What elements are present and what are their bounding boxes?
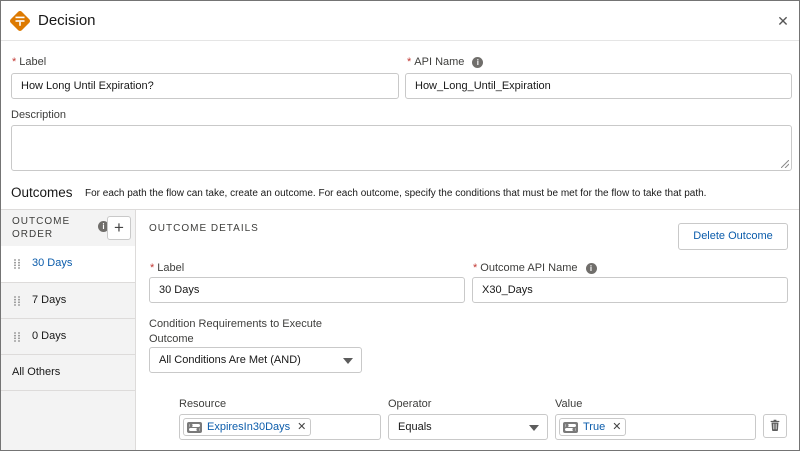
info-icon[interactable]: i xyxy=(585,263,597,274)
outcomes-title: Outcomes xyxy=(11,185,73,200)
add-outcome-button[interactable]: + xyxy=(107,216,131,240)
remove-icon[interactable]: ✕ xyxy=(297,415,306,439)
api-name-field-label: * API Name i xyxy=(407,56,484,68)
operator-label: Operator xyxy=(388,398,432,410)
outcome-label-input[interactable]: 30 Days xyxy=(149,277,465,303)
outcome-order-heading: OUTCOME ORDER xyxy=(12,216,71,240)
outcome-order-sidebar: OUTCOME ORDER i + 30 Days 7 Days 0 Days … xyxy=(1,210,136,450)
resource-label: Resource xyxy=(179,398,227,410)
chevron-down-icon xyxy=(343,358,353,364)
close-icon[interactable]: ✕ xyxy=(775,13,791,29)
resource-pill-label: ExpiresIn30Days xyxy=(207,421,291,433)
outcome-details-title: OUTCOME DETAILS xyxy=(149,223,259,234)
sidebar-item-label: All Others xyxy=(12,366,61,378)
sidebar-item-0-days[interactable]: 0 Days xyxy=(1,318,135,354)
value-label: Value xyxy=(555,398,583,410)
drag-handle-icon[interactable] xyxy=(14,296,20,306)
boolean-toggle-icon xyxy=(187,421,202,433)
sidebar-item-label: 30 Days xyxy=(32,257,73,269)
drag-handle-icon[interactable] xyxy=(14,259,20,269)
condition-requirements-select[interactable]: All Conditions Are Met (AND) xyxy=(149,347,362,373)
drag-handle-icon[interactable] xyxy=(14,332,20,342)
decision-icon xyxy=(10,11,30,31)
resource-input[interactable]: ExpiresIn30Days ✕ xyxy=(179,414,381,440)
boolean-toggle-icon xyxy=(563,421,578,433)
remove-icon[interactable]: ✕ xyxy=(612,415,621,439)
operator-value: Equals xyxy=(398,421,432,433)
outcome-api-name-input[interactable]: X30_Days xyxy=(472,277,788,303)
decision-modal: Decision ✕ * Label How Long Until Expirat… xyxy=(0,0,800,451)
condition-requirements-label: Condition Requirements to Execute Outcom… xyxy=(149,318,323,345)
info-icon[interactable]: i xyxy=(472,57,484,68)
sidebar-item-30-days[interactable]: 30 Days xyxy=(1,246,135,282)
modal-header: Decision ✕ xyxy=(1,1,799,41)
sidebar-item-7-days[interactable]: 7 Days xyxy=(1,282,135,318)
value-pill-label: True xyxy=(583,421,606,433)
resource-pill: ExpiresIn30Days ✕ xyxy=(183,415,312,439)
value-input[interactable]: True ✕ xyxy=(555,414,756,440)
value-pill: True ✕ xyxy=(559,415,627,439)
description-textarea[interactable] xyxy=(11,125,792,171)
label-field-label: * Label xyxy=(12,56,47,68)
trash-icon xyxy=(770,419,780,431)
api-name-input[interactable]: How_Long_Until_Expiration xyxy=(405,73,792,99)
outcome-label-field-label: * Label xyxy=(150,262,185,274)
label-input[interactable]: How Long Until Expiration? xyxy=(11,73,399,99)
outcome-api-name-field-label: * Outcome API Name i xyxy=(473,262,597,274)
condition-requirements-value: All Conditions Are Met (AND) xyxy=(159,354,301,366)
delete-outcome-button[interactable]: Delete Outcome xyxy=(678,223,788,250)
operator-select[interactable]: Equals xyxy=(388,414,548,440)
delete-condition-button[interactable] xyxy=(763,414,787,438)
sidebar-item-label: 0 Days xyxy=(32,330,67,342)
resize-handle-icon[interactable] xyxy=(781,160,789,168)
description-field-label: Description xyxy=(11,109,67,121)
chevron-down-icon xyxy=(529,425,539,431)
sidebar-item-all-others[interactable]: All Others xyxy=(1,354,135,390)
sidebar-item-label: 7 Days xyxy=(32,294,67,306)
sidebar-divider xyxy=(1,390,135,391)
modal-title: Decision xyxy=(38,12,96,29)
outcomes-description: For each path the flow can take, create … xyxy=(85,188,707,199)
